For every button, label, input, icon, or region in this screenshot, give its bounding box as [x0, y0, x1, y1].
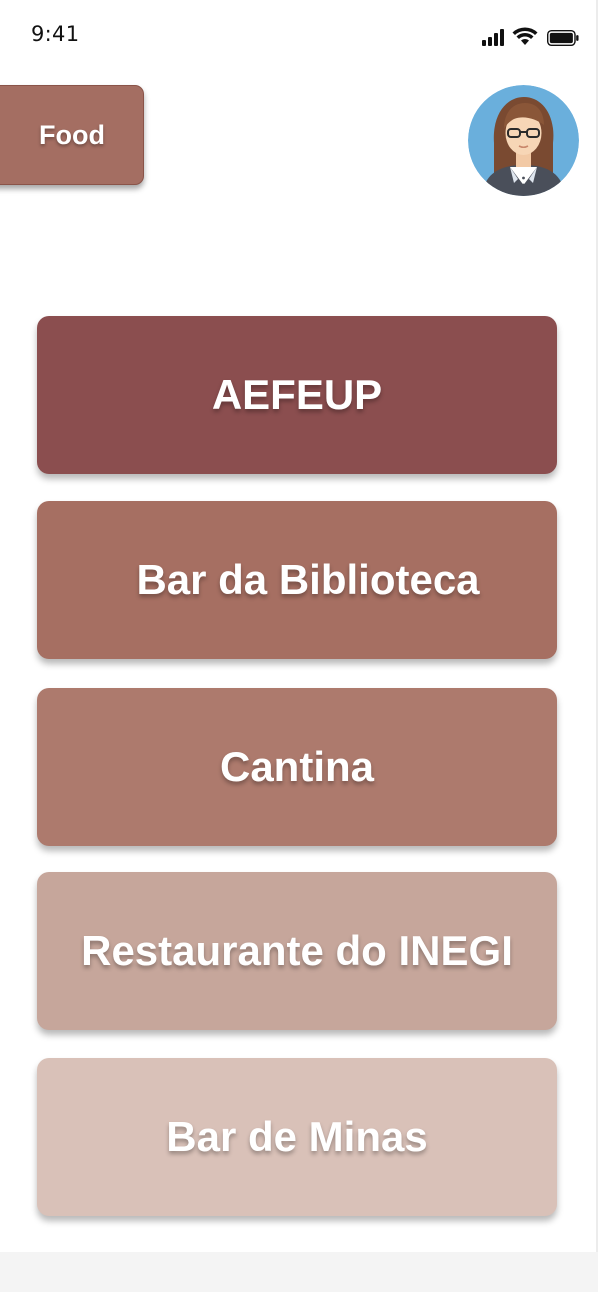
status-bar: 9:41	[0, 0, 598, 70]
place-button-cantina[interactable]: Cantina	[37, 688, 557, 846]
food-tab-button[interactable]: Food	[0, 85, 144, 185]
place-label-bar-de-minas: Bar de Minas	[166, 1113, 428, 1160]
wifi-icon	[512, 27, 538, 45]
place-button-bar-da-biblioteca[interactable]: Bar da Biblioteca	[37, 501, 557, 659]
place-label-aefeup: AEFEUP	[211, 371, 383, 418]
place-label-bar-da-biblioteca: Bar da Biblioteca	[136, 556, 480, 603]
place-button-aefeup[interactable]: AEFEUP	[37, 316, 557, 474]
place-button-restaurante-do-inegi[interactable]: Restaurante do INEGI	[37, 872, 557, 1030]
cellular-signal-icon	[482, 29, 504, 46]
food-tab-label: Food	[39, 119, 105, 150]
user-avatar-icon	[468, 85, 579, 196]
place-label-restaurante-do-inegi: Restaurante do INEGI	[81, 927, 513, 974]
status-time: 9:41	[31, 22, 80, 46]
battery-icon	[547, 30, 579, 46]
bottom-area	[0, 1252, 598, 1292]
user-avatar[interactable]	[468, 85, 579, 196]
place-button-bar-de-minas[interactable]: Bar de Minas	[37, 1058, 557, 1216]
status-icons	[482, 24, 580, 46]
place-label-cantina: Cantina	[219, 743, 374, 790]
